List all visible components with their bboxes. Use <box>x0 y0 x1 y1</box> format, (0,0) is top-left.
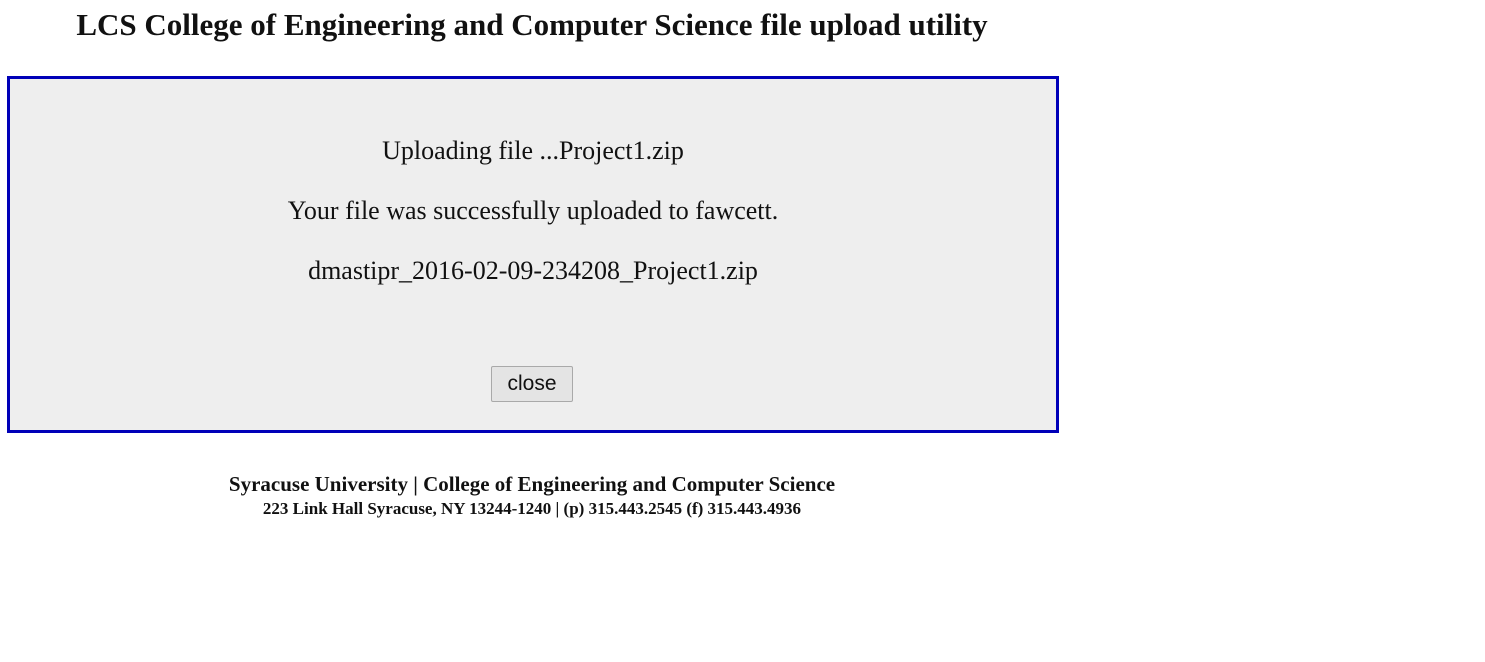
footer: Syracuse University | College of Enginee… <box>0 470 1064 520</box>
close-button[interactable]: close <box>491 366 573 402</box>
footer-institution: Syracuse University | College of Enginee… <box>228 472 836 496</box>
page-title: LCS College of Engineering and Computer … <box>76 7 988 42</box>
footer-address: 223 Link Hall Syracuse, NY 13244-1240 | … <box>262 499 802 518</box>
uploading-status-text: Uploading file ...Project1.zip <box>382 136 684 165</box>
upload-status-panel: Uploading file ...Project1.zip Your file… <box>7 76 1059 433</box>
upload-success-message: Your file was successfully uploaded to f… <box>287 196 779 225</box>
uploaded-filename: dmastipr_2016-02-09-234208_Project1.zip <box>308 256 758 285</box>
